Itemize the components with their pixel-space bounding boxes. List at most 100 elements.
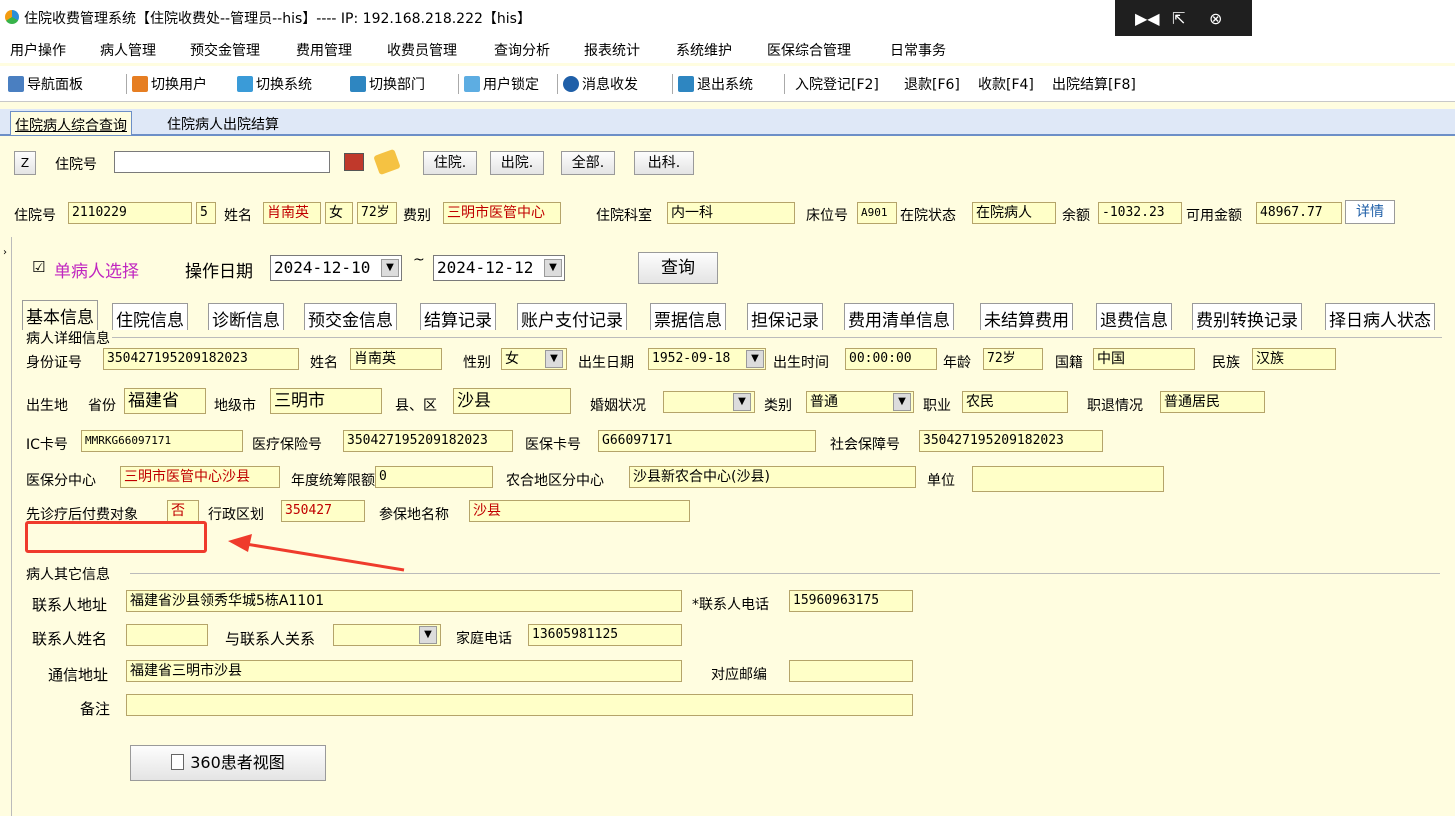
menu-daily[interactable]: 日常事务: [890, 40, 946, 60]
sex-dropdown-icon[interactable]: ▼: [545, 350, 563, 368]
date-to-dropdown-icon[interactable]: ▼: [544, 259, 562, 277]
pb-balance-label: 余额: [1062, 208, 1090, 224]
restore-icon[interactable]: ▶◀: [1135, 9, 1160, 28]
menu-patient[interactable]: 病人管理: [100, 40, 156, 60]
birth-date-label: 出生日期: [578, 355, 634, 371]
toolbar-nav-panel[interactable]: 导航面板: [8, 74, 83, 94]
rural-center-field[interactable]: 沙县新农合中心(沙县): [629, 466, 916, 488]
detail-button[interactable]: 详情: [1345, 200, 1395, 224]
province-field[interactable]: 福建省: [124, 388, 206, 414]
subtab-refund[interactable]: 退费信息: [1096, 303, 1172, 331]
ethnicity-field[interactable]: 汉族: [1252, 348, 1336, 370]
subtab-guarantee[interactable]: 担保记录: [747, 303, 823, 331]
zip-field[interactable]: [789, 660, 913, 682]
admission-no-label: 住院号: [55, 157, 97, 173]
toolbar-discharge[interactable]: 出院结算[F8]: [1052, 74, 1136, 94]
admission-no-input[interactable]: [114, 151, 330, 173]
social-label: 社会保障号: [830, 437, 900, 453]
toolbar-switch-dept[interactable]: 切换部门: [350, 74, 425, 94]
retire-field[interactable]: 普通居民: [1160, 391, 1265, 413]
tab-discharge-settlement[interactable]: 住院病人出院结算: [163, 111, 283, 135]
subtab-settlement[interactable]: 结算记录: [420, 303, 496, 331]
subtab-invoice[interactable]: 票据信息: [650, 303, 726, 331]
age-field[interactable]: 72岁: [983, 348, 1043, 370]
occupation-field[interactable]: 农民: [962, 391, 1068, 413]
subtab-account-payment[interactable]: 账户支付记录: [517, 303, 627, 331]
subtab-fee-type-change[interactable]: 费别转换记录: [1192, 303, 1302, 331]
pb-status: 在院病人: [972, 202, 1056, 224]
pb-admission-no: 2110229: [68, 202, 192, 224]
unit-field[interactable]: [972, 466, 1164, 492]
relation-dropdown-icon[interactable]: ▼: [419, 626, 437, 644]
social-field[interactable]: 350427195209182023: [919, 430, 1103, 452]
birth-time-field[interactable]: 00:00:00: [845, 348, 937, 370]
toolbar-exit[interactable]: 退出系统: [678, 74, 753, 94]
all-button[interactable]: 全部.: [561, 151, 615, 175]
home-phone-field[interactable]: 13605981125: [528, 624, 682, 646]
pay-later-field[interactable]: 否: [167, 500, 199, 522]
subtab-unsettled[interactable]: 未结算费用: [980, 303, 1073, 331]
date-from-dropdown-icon[interactable]: ▼: [381, 259, 399, 277]
menu-query[interactable]: 查询分析: [494, 40, 550, 60]
menu-user-ops[interactable]: 用户操作: [10, 40, 66, 60]
subtab-admission[interactable]: 住院信息: [112, 303, 188, 331]
city-field[interactable]: 三明市: [270, 388, 382, 414]
pb-name-label: 姓名: [224, 208, 252, 224]
contact-name-field[interactable]: [126, 624, 208, 646]
subtab-diagnosis[interactable]: 诊断信息: [208, 303, 284, 331]
subtab-deposit[interactable]: 预交金信息: [304, 303, 397, 331]
toolbar-collect[interactable]: 收款[F4]: [978, 74, 1034, 94]
ic-field[interactable]: MMRKG66097171: [81, 430, 243, 452]
county-field[interactable]: 沙县: [453, 388, 571, 414]
marital-dropdown-icon[interactable]: ▼: [733, 393, 751, 411]
mail-addr-field[interactable]: 福建省三明市沙县: [126, 660, 682, 682]
insured-place-field[interactable]: 沙县: [469, 500, 690, 522]
subtab-fee-list[interactable]: 费用清单信息: [844, 303, 954, 331]
subtab-basic[interactable]: 基本信息: [22, 300, 98, 330]
menu-fee[interactable]: 费用管理: [296, 40, 352, 60]
remark-field[interactable]: [126, 694, 913, 716]
toolbar-refund[interactable]: 退款[F6]: [904, 74, 960, 94]
clear-brush-icon[interactable]: [373, 148, 401, 176]
pb-fee-type-label: 费别: [403, 208, 431, 224]
dept-transfer-button[interactable]: 出科.: [634, 151, 694, 175]
toolbar-admission[interactable]: 入院登记[F2]: [795, 74, 879, 94]
toolbar-switch-system[interactable]: 切换系统: [237, 74, 312, 94]
id-card-field[interactable]: 350427195209182023: [103, 348, 299, 370]
insurance-card-field[interactable]: G66097171: [598, 430, 816, 452]
card-reader-icon[interactable]: [344, 153, 364, 171]
menu-cashier[interactable]: 收费员管理: [387, 40, 457, 60]
splitter[interactable]: [0, 237, 12, 816]
contact-phone-field[interactable]: 15960963175: [789, 590, 913, 612]
single-patient-checkbox[interactable]: ☑: [32, 258, 45, 276]
menu-maintenance[interactable]: 系统维护: [676, 40, 732, 60]
annual-limit-field[interactable]: 0: [375, 466, 493, 488]
subtab-scheduled-status[interactable]: 择日病人状态: [1325, 303, 1435, 331]
toolbar-messages[interactable]: 消息收发: [563, 74, 638, 94]
close-icon[interactable]: ⊗: [1209, 9, 1222, 28]
name-field[interactable]: 肖南英: [350, 348, 442, 370]
discharged-button[interactable]: 出院.: [490, 151, 544, 175]
ins-center-field[interactable]: 三明市医管中心沙县: [120, 466, 280, 488]
patient-360-view-button[interactable]: 360患者视图: [130, 745, 326, 781]
minimize-icon[interactable]: ⇱: [1172, 9, 1185, 28]
menu-report[interactable]: 报表统计: [584, 40, 640, 60]
detail-subtabs: 基本信息 住院信息 诊断信息 预交金信息 结算记录 账户支付记录 票据信息 担保…: [20, 300, 1455, 331]
toolbar-lock-user[interactable]: 用户锁定: [464, 74, 539, 94]
category-dropdown-icon[interactable]: ▼: [893, 393, 911, 411]
query-button[interactable]: 查询: [638, 252, 718, 284]
rural-center-label: 农合地区分中心: [506, 473, 604, 489]
admin-div-field[interactable]: 350427: [281, 500, 365, 522]
tab-inpatient-query[interactable]: 住院病人综合查询: [10, 111, 132, 135]
insurance-no-field[interactable]: 350427195209182023: [343, 430, 513, 452]
nationality-field[interactable]: 中国: [1093, 348, 1195, 370]
z-button[interactable]: Z: [14, 151, 36, 175]
splitter-arrow-icon[interactable]: ›: [3, 247, 7, 258]
contact-addr-field[interactable]: 福建省沙县领秀华城5栋A1101: [126, 590, 682, 612]
inhospital-button[interactable]: 住院.: [423, 151, 477, 175]
toolbar-switch-user[interactable]: 切换用户: [132, 74, 207, 94]
birth-date-dropdown-icon[interactable]: ▼: [746, 350, 764, 368]
menu-insurance[interactable]: 医保综合管理: [767, 40, 851, 60]
ins-center-label: 医保分中心: [26, 473, 96, 489]
menu-deposit[interactable]: 预交金管理: [190, 40, 260, 60]
